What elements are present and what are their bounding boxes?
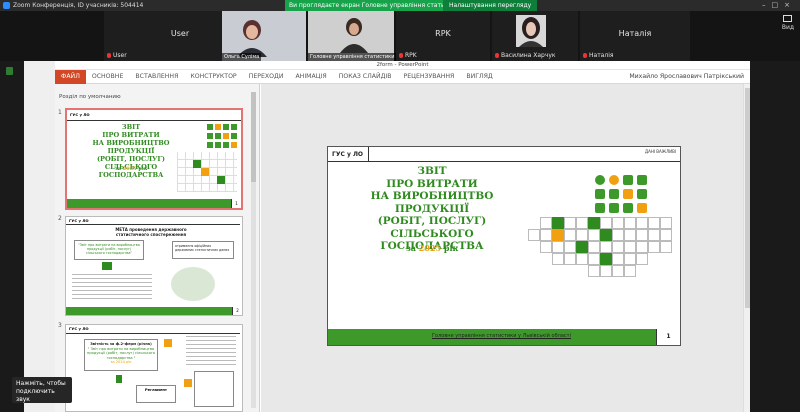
participant-video — [232, 15, 272, 57]
right-dark-bar — [750, 61, 800, 412]
slide-editor: ГУС у ЛО ДАНІ ВАЖЛИВІ ЗВІТ ПРО ВИТРАТИ Н… — [261, 84, 750, 412]
participant-strip: User User Ольга Суліма Головне управлінн… — [0, 11, 800, 61]
thumb-grid — [177, 152, 237, 192]
participant-name: Наталія — [589, 52, 614, 59]
thumb-text-block — [72, 273, 152, 299]
slide-header: ГУС у ЛО ДАНІ ВАЖЛИВІ — [328, 147, 680, 162]
slide-thumbnail-2[interactable]: ГУС у ЛО МЕТА проведення державного стат… — [65, 216, 243, 316]
tab-insert[interactable]: ВСТАВЛЕННЯ — [129, 70, 184, 84]
participant-tile-rpk[interactable]: RPK RPK — [396, 11, 490, 61]
mic-muted-icon — [107, 53, 111, 58]
maximize-icon[interactable]: □ — [772, 1, 785, 9]
milk-icon — [623, 203, 633, 213]
current-slide[interactable]: ГУС у ЛО ДАНІ ВАЖЛИВІ ЗВІТ ПРО ВИТРАТИ Н… — [327, 146, 681, 346]
close-icon[interactable]: × — [784, 1, 796, 9]
slide-corner-text: ДАНІ ВАЖЛИВІ — [644, 149, 676, 154]
mic-muted-icon — [583, 53, 587, 58]
thumbnail-number: 1 — [58, 109, 62, 116]
minimize-icon[interactable]: – — [762, 1, 772, 9]
truck-icon — [595, 203, 605, 213]
chicken-icon — [609, 203, 619, 213]
mic-muted-icon — [399, 53, 403, 58]
participant-video — [332, 13, 372, 53]
left-dark-bar — [0, 61, 24, 412]
gallery-view-icon — [783, 15, 793, 22]
corn-icon — [637, 203, 647, 213]
participant-name: Ольга Суліма — [222, 53, 262, 61]
thumbnail-number: 2 — [58, 215, 62, 222]
zoom-logo-icon — [3, 2, 10, 9]
vegetable-icon — [637, 189, 647, 199]
slide-thumbnail-pane: Розділ по умолчанию 1 ГУС у ЛО ЗВІТ ПРО В… — [55, 84, 260, 412]
tab-design[interactable]: КОНСТРУКТОР — [184, 70, 242, 84]
thumbnail-number: 3 — [58, 322, 62, 329]
fruit-icon — [623, 189, 633, 199]
slide-page-number: 1 — [656, 329, 680, 345]
participant-name: User — [113, 52, 127, 59]
window-controls[interactable]: –□× — [762, 1, 796, 9]
shared-screen: 2form - PowerPoint ФАЙЛ ОСНОВНЕ ВСТАВЛЕН… — [0, 61, 800, 412]
shield-icon — [6, 67, 13, 75]
participant-avatar — [516, 15, 546, 47]
view-settings-button[interactable]: Налаштування перегляду — [443, 0, 538, 11]
account-name[interactable]: Михайло Ярославович Патрікський — [629, 73, 750, 80]
participant-name: RPK — [405, 52, 417, 59]
participant-name: Василина Харчук — [501, 52, 556, 59]
down-arrow-icon — [116, 375, 122, 383]
participant-tile-olha[interactable]: Ольга Суліма — [222, 11, 306, 61]
powerpoint-window: 2form - PowerPoint ФАЙЛ ОСНОВНЕ ВСТАВЛЕН… — [55, 61, 750, 412]
audio-join-toast[interactable]: Нажміть, чтобы подключить звук — [12, 377, 72, 403]
view-label: Вид — [781, 24, 794, 31]
slide-footer-text: Головне управління статистики у Львівськ… — [432, 333, 571, 339]
zoom-window: Zoom Конференція, ID учасників: 504414 В… — [0, 0, 800, 412]
tab-animations[interactable]: АНІМАЦІЯ — [289, 70, 332, 84]
participant-name-center: RPK — [435, 29, 451, 38]
cow-icon — [623, 175, 633, 185]
ribbon-tabs: ФАЙЛ ОСНОВНЕ ВСТАВЛЕННЯ КОНСТРУКТОР ПЕРЕ… — [55, 69, 750, 84]
slide-footer: Головне управління статистики у Львівськ… — [328, 329, 680, 345]
participant-name: Головне управління статистики ... — [308, 53, 403, 61]
tab-transitions[interactable]: ПЕРЕХОДИ — [243, 70, 290, 84]
tab-home[interactable]: ОСНОВНЕ — [86, 70, 130, 84]
thumb-org: ГУС у ЛО — [70, 112, 90, 117]
mic-muted-icon — [495, 53, 499, 58]
tab-review[interactable]: РЕЦЕНЗУВАННЯ — [398, 70, 461, 84]
thumb-footer — [67, 199, 241, 208]
tab-slideshow[interactable]: ПОКАЗ СЛАЙДІВ — [333, 70, 398, 84]
thumb-illustration — [171, 267, 215, 301]
tractor-icon — [595, 175, 605, 185]
tree-icon — [609, 189, 619, 199]
participant-tile-statistics[interactable]: Головне управління статистики ... — [308, 11, 403, 61]
slide-org: ГУС у ЛО — [332, 151, 364, 158]
thumb-icons — [207, 124, 237, 152]
wheat-icon — [595, 189, 605, 199]
view-button[interactable]: Вид — [782, 15, 794, 31]
slide-year: за 2025 рік — [405, 243, 459, 253]
thumbnail-scrollbar[interactable] — [251, 92, 256, 408]
slide-title: ЗВІТ ПРО ВИТРАТИ НА ВИРОБНИЦТВО ПРОДУКЦІ… — [370, 165, 494, 252]
editor-scrollbar[interactable] — [743, 84, 750, 412]
participant-tile-natalia[interactable]: Наталія Наталія — [580, 11, 690, 61]
slide-thumbnail-3[interactable]: ГУС у ЛО Звітність за ф.2-ферм (річна) "… — [65, 324, 243, 412]
tab-view[interactable]: ВИГЛЯД — [460, 70, 498, 84]
participant-tile-vasylyna[interactable]: Василина Харчук — [492, 11, 578, 61]
barn-icon — [637, 175, 647, 185]
thumb-heading: МЕТА проведення державного статистичного… — [115, 227, 187, 237]
participant-name-center: Наталія — [618, 29, 652, 38]
down-arrow-icon — [102, 262, 112, 270]
sun-icon — [609, 175, 619, 185]
slide-thumbnail-1[interactable]: ГУС у ЛО ЗВІТ ПРО ВИТРАТИ НА ВИРОБНИЦТВО П… — [65, 108, 243, 210]
zoom-window-title: Zoom Конференція, ID учасників: 504414 — [13, 2, 144, 9]
thumb-year: за 2025 рік — [114, 166, 148, 172]
tab-file[interactable]: ФАЙЛ — [55, 69, 86, 84]
section-header[interactable]: Розділ по умолчанию — [59, 94, 121, 100]
